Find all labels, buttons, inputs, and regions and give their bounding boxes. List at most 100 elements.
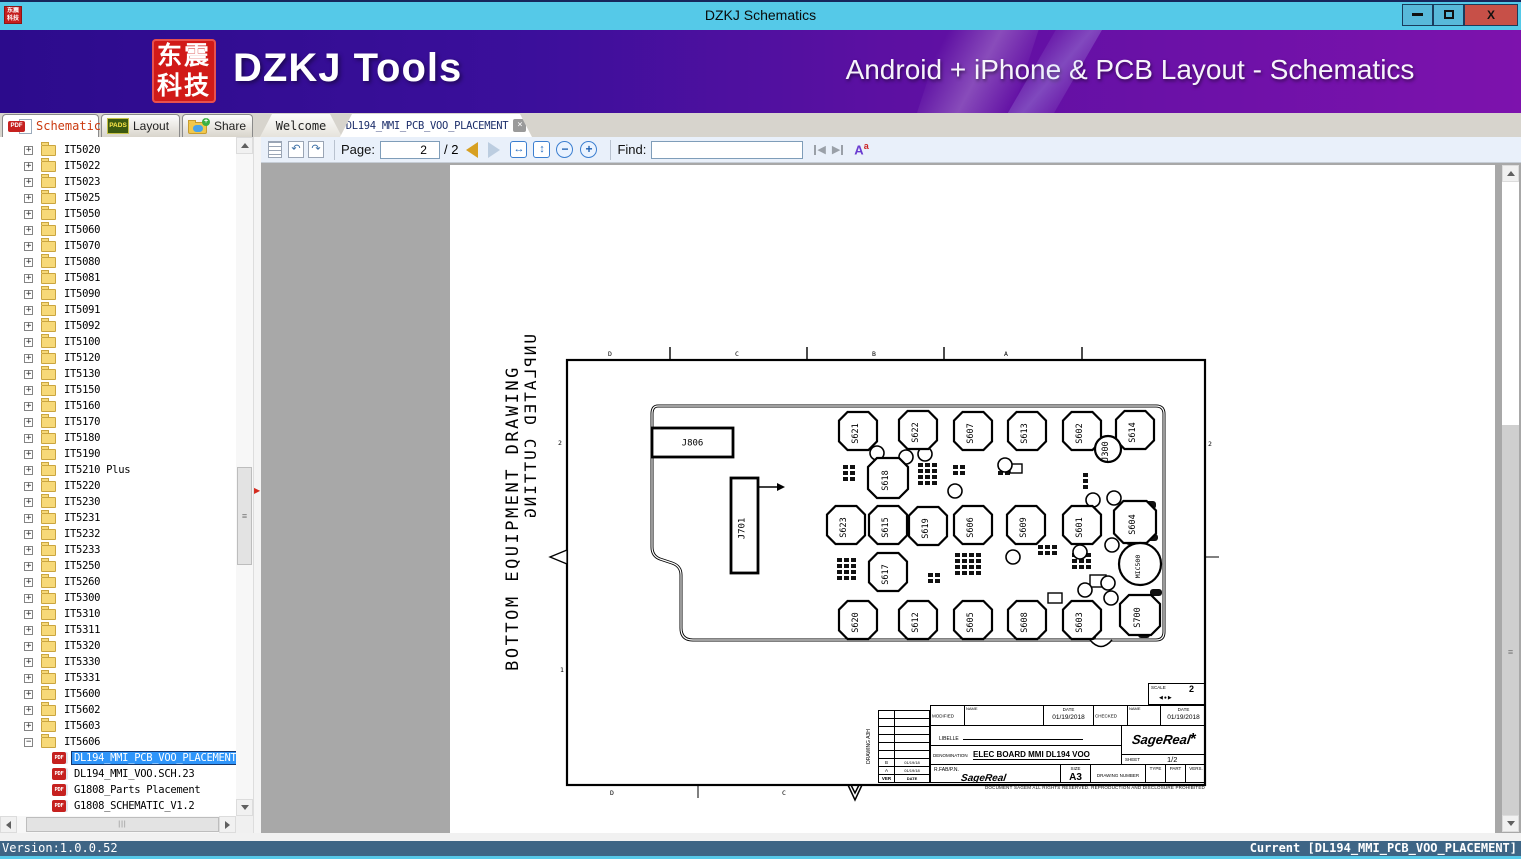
tree-folder-IT5330[interactable]: + IT5330 (0, 653, 236, 670)
viewer-vertical-scrollbar[interactable]: ≡ (1502, 165, 1519, 832)
tree-folder-IT5092[interactable]: + IT5092 (0, 317, 236, 334)
scrollbar-thumb[interactable]: ≡ (237, 467, 252, 565)
tree-folder-IT5300[interactable]: + IT5300 (0, 589, 236, 606)
zoom-out-button[interactable]: − (556, 141, 574, 158)
find-previous-icon[interactable]: ◀ (813, 143, 826, 156)
find-next-icon[interactable]: ▶ (832, 143, 844, 156)
left-edge-marker (548, 549, 568, 565)
smd-outline (1047, 592, 1063, 604)
tree-folder-IT5311[interactable]: + IT5311 (0, 621, 236, 638)
tree-folder-IT5050[interactable]: + IT5050 (0, 205, 236, 222)
tab-document-active[interactable]: DL194_MMI_PCB_VOO_PLACEMENT × (340, 114, 532, 137)
tree-document-DL194_MMI_VOO.SCH.23[interactable]: PDF DL194_MMI_VOO.SCH.23 (0, 766, 236, 782)
tree-folder-IT5600[interactable]: + IT5600 (0, 685, 236, 702)
tree-folder-IT5602[interactable]: + IT5602 (0, 701, 236, 718)
next-page-icon[interactable] (488, 141, 501, 158)
sidebar-vertical-scrollbar[interactable]: ≡ (236, 137, 253, 816)
tree-folder-IT5232[interactable]: + IT5232 (0, 525, 236, 542)
smd-pad-cluster (932, 463, 937, 467)
minimize-button[interactable] (1402, 4, 1433, 26)
tab-schematic[interactable]: PDF Schematic (2, 114, 101, 137)
sidebar-horizontal-scrollbar[interactable]: ||| (0, 816, 253, 833)
find-input[interactable] (651, 140, 804, 159)
font-size-icon[interactable]: Aa (854, 141, 868, 157)
tab-welcome[interactable]: Welcome (260, 114, 342, 137)
close-tab-icon[interactable]: × (513, 119, 526, 132)
brand-logo: 东震科技 (152, 39, 216, 103)
smd-pad-cluster (918, 469, 923, 473)
tree-folder-IT5090[interactable]: + IT5090 (0, 285, 236, 302)
tree-folder-IT5100[interactable]: + IT5100 (0, 333, 236, 350)
scroll-right-icon[interactable] (219, 816, 236, 833)
fit-page-button[interactable]: ↕ (533, 141, 551, 158)
tree-folder-IT5233[interactable]: + IT5233 (0, 541, 236, 558)
tree-folder-IT5260[interactable]: + IT5260 (0, 573, 236, 590)
tree-folder-IT5150[interactable]: + IT5150 (0, 381, 236, 398)
zoom-in-button[interactable]: + (580, 141, 598, 158)
scroll-grip-icon: ≡ (1507, 647, 1514, 657)
scroll-down-icon[interactable] (236, 799, 253, 816)
tree-folder-IT5220[interactable]: + IT5220 (0, 477, 236, 494)
scrollbar-corner (236, 816, 253, 833)
svg-text:J701: J701 (738, 518, 748, 540)
scroll-up-icon[interactable] (1502, 165, 1519, 182)
tree-folder-IT5180[interactable]: + IT5180 (0, 429, 236, 446)
rotate-left-icon[interactable]: ↶ (288, 141, 304, 158)
smd-pad-cluster (928, 573, 933, 577)
tree-folder-IT5081[interactable]: + IT5081 (0, 269, 236, 286)
smd-pad-cluster (962, 559, 967, 563)
tree-document-DL194_MMI_PCB_VOO_PLACEMENT[interactable]: PDF DL194_MMI_PCB_VOO_PLACEMENT (0, 750, 236, 766)
scroll-down-icon[interactable] (1502, 815, 1519, 832)
tree-folder-IT5603[interactable]: + IT5603 (0, 717, 236, 734)
svg-text:MIC500: MIC500 (1134, 555, 1142, 579)
tree-folder-IT5060[interactable]: + IT5060 (0, 221, 236, 238)
previous-page-icon[interactable] (466, 141, 479, 158)
small-component (1100, 575, 1116, 591)
tree-document-G1808_SCHEMATIC_V1.2[interactable]: PDF G1808_SCHEMATIC_V1.2 (0, 798, 236, 814)
tree-folder-IT5250[interactable]: + IT5250 (0, 557, 236, 574)
side-text-bottom-equipment-drawing: BOTTOM EQUIPMENT DRAWING (503, 365, 523, 671)
tree-folder-IT5080[interactable]: + IT5080 (0, 253, 236, 270)
tree-folder-IT5023[interactable]: + IT5023 (0, 173, 236, 190)
tree-folder-IT5025[interactable]: + IT5025 (0, 189, 236, 206)
maximize-button[interactable] (1433, 4, 1464, 26)
tree-folder-IT5231[interactable]: + IT5231 (0, 509, 236, 526)
tree-folder-IT5170[interactable]: + IT5170 (0, 413, 236, 430)
smd-pad-cluster (925, 469, 930, 473)
scrollbar-thumb[interactable]: ||| (26, 817, 219, 832)
tree-folder-IT5160[interactable]: + IT5160 (0, 397, 236, 414)
close-button[interactable]: X (1464, 4, 1518, 26)
tree-folder-IT5022[interactable]: + IT5022 (0, 157, 236, 174)
tree-folder-IT5120[interactable]: + IT5120 (0, 349, 236, 366)
small-component (997, 457, 1013, 473)
tree-folder-IT5130[interactable]: + IT5130 (0, 365, 236, 382)
tree-folder-IT5190[interactable]: + IT5190 (0, 445, 236, 462)
scrollbar-thumb[interactable] (1502, 425, 1519, 815)
tree-document-G1808_Parts-Placement[interactable]: PDF G1808_Parts Placement (0, 782, 236, 798)
fit-width-button[interactable]: ↔ (510, 141, 528, 158)
scroll-left-icon[interactable] (0, 816, 17, 833)
rotate-right-icon[interactable]: ↷ (308, 141, 324, 158)
panel-splitter[interactable]: ▶ (253, 137, 261, 833)
svg-text:C: C (782, 789, 786, 797)
tab-layout[interactable]: PADS Layout (101, 114, 180, 137)
tree-folder-IT5606[interactable]: − IT5606 (0, 733, 236, 750)
tab-share[interactable]: + Share (182, 114, 253, 137)
scroll-up-icon[interactable] (236, 137, 253, 154)
smd-pad-cluster (976, 565, 981, 569)
tree-folder-IT5320[interactable]: + IT5320 (0, 637, 236, 654)
tree-folder-IT5230[interactable]: + IT5230 (0, 493, 236, 510)
tree-folder-IT5091[interactable]: + IT5091 (0, 301, 236, 318)
tree-folder-IT5020[interactable]: + IT5020 (0, 142, 236, 158)
svg-text:C: C (735, 350, 739, 358)
tree-folder-IT5331[interactable]: + IT5331 (0, 669, 236, 686)
smd-pad-cluster (1038, 545, 1043, 549)
tree-folder-IT5310[interactable]: + IT5310 (0, 605, 236, 622)
text-select-icon[interactable] (268, 141, 282, 158)
application-window: 东震科技 DZKJ Schematics X 东震科技 DZKJ Tools A… (0, 0, 1521, 859)
page-input[interactable] (379, 140, 440, 159)
splitter-collapse-icon[interactable]: ▶ (254, 486, 260, 495)
small-component (1104, 537, 1120, 553)
tree-folder-IT5070[interactable]: + IT5070 (0, 237, 236, 254)
tree-folder-IT5210-Plus[interactable]: + IT5210 Plus (0, 461, 236, 478)
